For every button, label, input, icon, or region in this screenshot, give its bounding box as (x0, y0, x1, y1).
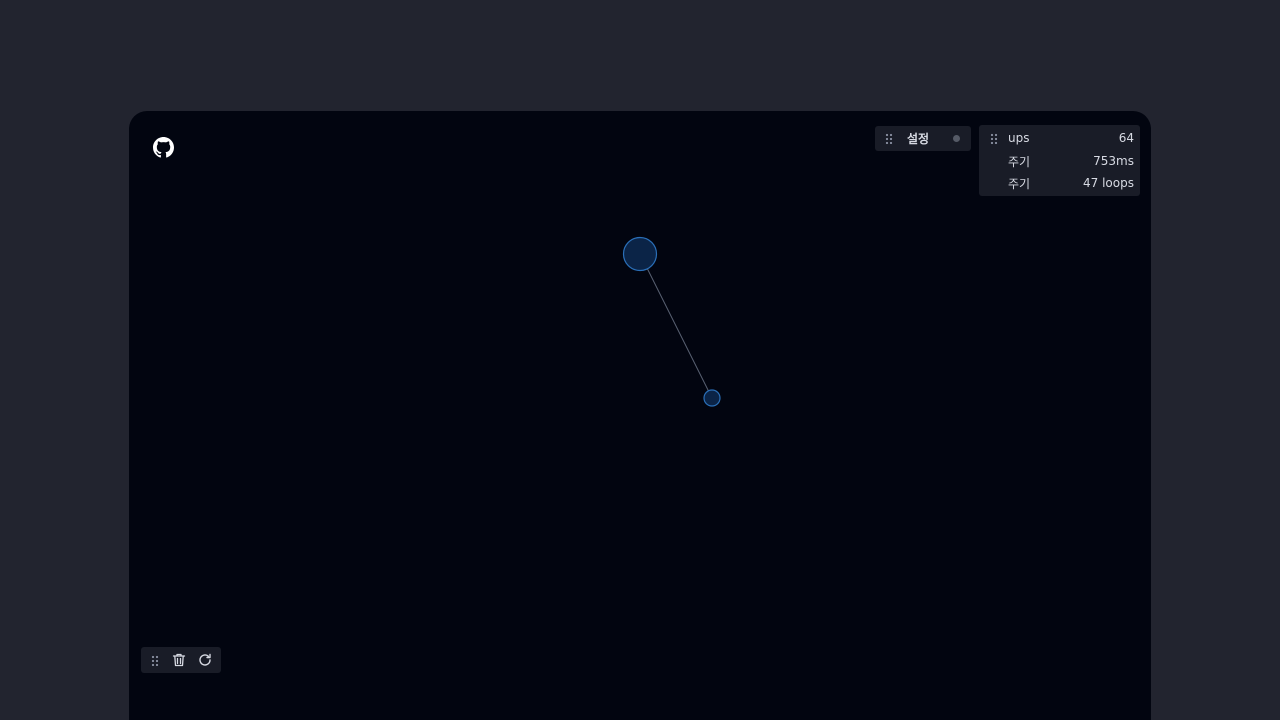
stats-value: 753ms (1093, 154, 1134, 168)
stats-key: 주기 (1008, 176, 1031, 191)
stats-row-period-loops: 주기 47 loops (979, 173, 1140, 193)
refresh-icon[interactable] (197, 652, 213, 668)
graph-canvas[interactable] (129, 111, 1151, 720)
trash-icon[interactable] (171, 652, 187, 668)
graph-node-small[interactable] (703, 389, 721, 407)
status-dot (953, 135, 960, 142)
grip-icon[interactable] (885, 133, 893, 144)
canvas-stage[interactable]: 설정 ups 64 주기 753ms 주기 47 loops (129, 111, 1151, 720)
stats-row-ups: ups 64 (979, 128, 1140, 148)
stats-row-period-ms: 주기 753ms (979, 151, 1140, 171)
grip-icon[interactable] (990, 132, 998, 144)
settings-label: 설정 (907, 132, 930, 146)
stats-panel: ups 64 주기 753ms 주기 47 loops (979, 125, 1140, 196)
stats-value: 64 (1118, 131, 1134, 145)
grip-icon[interactable] (151, 654, 159, 666)
bottom-toolbar (141, 647, 221, 673)
stats-value: 47 loops (1083, 176, 1134, 190)
graph-edge (639, 253, 713, 399)
stats-key: 주기 (1008, 154, 1031, 169)
graph-node-large[interactable] (622, 236, 658, 272)
stats-key: ups (1008, 131, 1030, 145)
settings-panel[interactable]: 설정 (875, 126, 971, 151)
